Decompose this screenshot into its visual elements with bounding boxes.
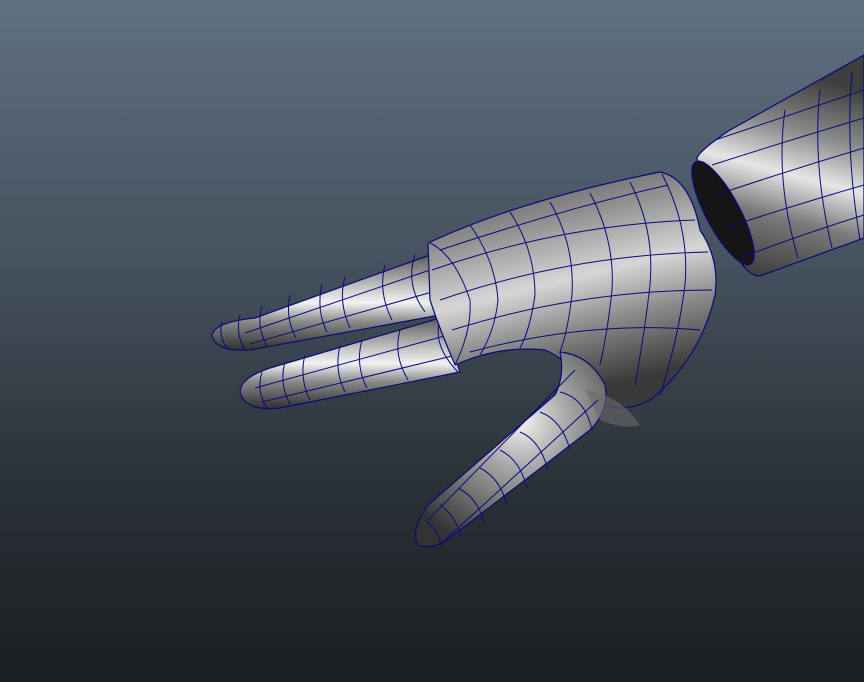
- forearm-mesh[interactable]: [681, 54, 864, 277]
- viewport-scene[interactable]: [0, 0, 864, 682]
- 3d-viewport[interactable]: [0, 0, 864, 682]
- hand-mesh[interactable]: [211, 171, 717, 549]
